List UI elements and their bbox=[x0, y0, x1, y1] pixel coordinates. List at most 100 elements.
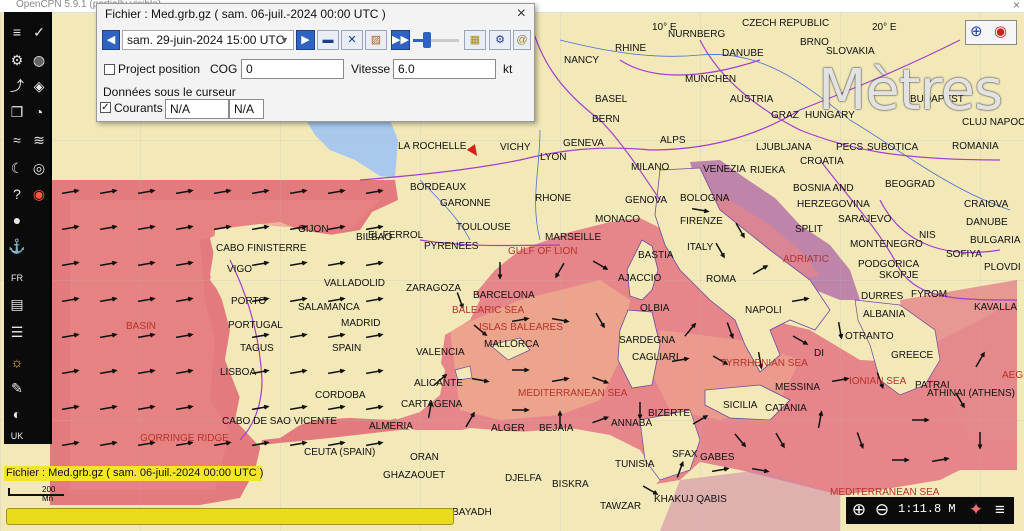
place-label: MARSEILLE bbox=[545, 232, 601, 243]
grib-dialog-close-button[interactable]: × bbox=[517, 5, 526, 23]
app-close-button[interactable]: × bbox=[1013, 0, 1020, 12]
place-label: PODGORICA bbox=[858, 259, 919, 270]
compass-rose-icon[interactable]: ✦ bbox=[966, 500, 986, 520]
play-button[interactable]: ▶ bbox=[296, 30, 315, 50]
cog-value: 0 bbox=[246, 62, 253, 76]
compass-icon[interactable]: ◐ bbox=[7, 404, 27, 424]
place-label: ROMANIA bbox=[952, 141, 999, 152]
cog-input[interactable]: 0 bbox=[241, 59, 344, 79]
place-label: ALGER bbox=[491, 423, 525, 434]
place-label: PLOVDI bbox=[984, 262, 1021, 273]
currents-value-field-2: N/A bbox=[229, 99, 264, 119]
scale-tick bbox=[8, 488, 10, 496]
pencil-icon[interactable]: ✎ bbox=[7, 378, 27, 398]
sun-icon[interactable]: ☼ bbox=[7, 352, 27, 372]
tide-icon[interactable]: ◎ bbox=[29, 158, 49, 178]
zoom-to-grib-button[interactable]: ✕ bbox=[341, 30, 363, 50]
place-label: CABO DE SAO VICENTE bbox=[222, 416, 337, 427]
settings-gear-button[interactable]: ⚙ bbox=[489, 30, 511, 50]
place-label: AEGEA bbox=[1002, 370, 1024, 381]
ruler-icon[interactable]: ▤ bbox=[7, 294, 27, 314]
place-label: SLOVAKIA bbox=[826, 46, 875, 57]
place-label: BERN bbox=[592, 114, 620, 125]
next-step-button[interactable]: ▶▶ bbox=[391, 30, 410, 50]
anchor-icon[interactable]: ⚓ bbox=[7, 236, 27, 256]
place-label: SOFIYA bbox=[946, 249, 982, 260]
record-icon[interactable]: ● bbox=[7, 210, 27, 230]
current-icon[interactable]: ≋ bbox=[29, 130, 49, 150]
place-label: RHONE bbox=[535, 193, 571, 204]
menu-icon[interactable]: ≡ bbox=[7, 22, 27, 42]
open-file-button[interactable]: ▨ bbox=[365, 30, 387, 50]
place-label: HERZEGOVINA bbox=[797, 199, 870, 210]
chart-window: 10° E 20° E CZECH REPUBLIC RHINE NURNBERG B… bbox=[0, 0, 1024, 531]
flag-uk-icon[interactable]: UK bbox=[7, 426, 27, 446]
stack-icon[interactable]: ❐ bbox=[7, 102, 27, 122]
place-label: SPAIN bbox=[332, 343, 361, 354]
gauge-icon[interactable]: ◔ bbox=[29, 102, 49, 122]
route-icon[interactable]: ⤴ bbox=[7, 76, 27, 96]
zoom-out-icon[interactable]: ⊖ bbox=[872, 500, 892, 520]
place-label: ALBANIA bbox=[863, 309, 906, 320]
place-label: CORDOBA bbox=[315, 390, 366, 401]
place-label: BOSNIA AND bbox=[793, 183, 854, 194]
previous-step-button[interactable]: ◀ bbox=[102, 30, 120, 50]
place-label: GARONNE bbox=[440, 198, 491, 209]
list-icon[interactable]: ☰ bbox=[7, 322, 27, 342]
place-label: ALPS bbox=[660, 135, 686, 146]
menu-icon[interactable]: ≡ bbox=[990, 500, 1010, 520]
speed-input[interactable]: 6.0 bbox=[393, 59, 496, 79]
grib-icon[interactable]: ✓ bbox=[29, 22, 49, 42]
place-label: ALICANTE bbox=[414, 378, 463, 389]
place-label: CRAIOVA bbox=[964, 199, 1009, 210]
weather-icon[interactable]: ☾ bbox=[7, 158, 27, 178]
place-label: KHAKUJ QABIS bbox=[654, 494, 727, 505]
place-label: AUSTRIA bbox=[730, 94, 774, 105]
grib-file-status: Fichier : Med.grb.gz ( sam. 06-juil.-202… bbox=[4, 466, 264, 481]
place-label: CROATIA bbox=[800, 156, 844, 167]
help-icon[interactable]: ? bbox=[7, 184, 27, 204]
place-label: MEDITERRANEAN SEA bbox=[518, 388, 628, 399]
place-label: SFAX bbox=[672, 449, 698, 460]
place-label: BASIN bbox=[126, 321, 156, 332]
project-position-checkbox[interactable] bbox=[104, 64, 115, 75]
speed-unit: kt bbox=[503, 62, 513, 76]
place-label: SARAJEVO bbox=[838, 214, 892, 225]
north-up-icon[interactable]: ⊕ bbox=[970, 22, 983, 40]
lon-label-20e: 20° E bbox=[872, 22, 897, 33]
place-label: DANUBE bbox=[966, 217, 1008, 228]
place-label: PECS bbox=[836, 142, 864, 153]
place-label: CATANIA bbox=[765, 403, 807, 414]
lifering-icon[interactable]: ◉ bbox=[29, 184, 49, 204]
currents-value-field-1: N/A bbox=[165, 99, 229, 119]
place-label: MONTENEGRO bbox=[850, 239, 923, 250]
place-label: GULF OF LION bbox=[508, 246, 577, 257]
timeline-slider[interactable] bbox=[413, 32, 459, 48]
place-label: CARTAGENA bbox=[401, 399, 463, 410]
place-label: LISBOA bbox=[220, 367, 256, 378]
settings-icon[interactable]: ⚙ bbox=[7, 50, 27, 70]
globe-icon[interactable]: ◍ bbox=[29, 50, 49, 70]
settings-data-button[interactable]: ▦ bbox=[464, 30, 486, 50]
slider-thumb[interactable] bbox=[422, 32, 431, 48]
place-label: MALLORCA bbox=[484, 339, 539, 350]
scale-bar: 200 Mn bbox=[8, 485, 68, 503]
layers-icon[interactable]: ◈ bbox=[29, 76, 49, 96]
place-label: CZECH REPUBLIC bbox=[742, 18, 829, 29]
gps-status-icon[interactable]: ◉ bbox=[994, 22, 1007, 40]
request-email-button[interactable]: @ bbox=[513, 30, 531, 50]
wave-icon[interactable]: ≈ bbox=[7, 130, 27, 150]
place-label: PORTO bbox=[231, 296, 266, 307]
currents-value-2: N/A bbox=[234, 102, 255, 116]
place-label: SARDEGNA bbox=[619, 335, 675, 346]
place-label: ZARAGOZA bbox=[406, 283, 461, 294]
project-position-label: Project position bbox=[118, 62, 201, 76]
place-label: GIJON bbox=[298, 224, 329, 235]
date-select[interactable]: sam. 29-juin-2024 15:00 UTC ▼ bbox=[122, 30, 294, 50]
place-label: BARCELONA bbox=[473, 290, 535, 301]
flag-fr-icon[interactable]: FR bbox=[7, 268, 27, 288]
place-label: MUNCHEN bbox=[685, 74, 736, 85]
now-button[interactable]: ▬ bbox=[317, 30, 339, 50]
zoom-in-icon[interactable]: ⊕ bbox=[849, 500, 869, 520]
currents-checkbox[interactable]: ✓ bbox=[100, 102, 111, 113]
